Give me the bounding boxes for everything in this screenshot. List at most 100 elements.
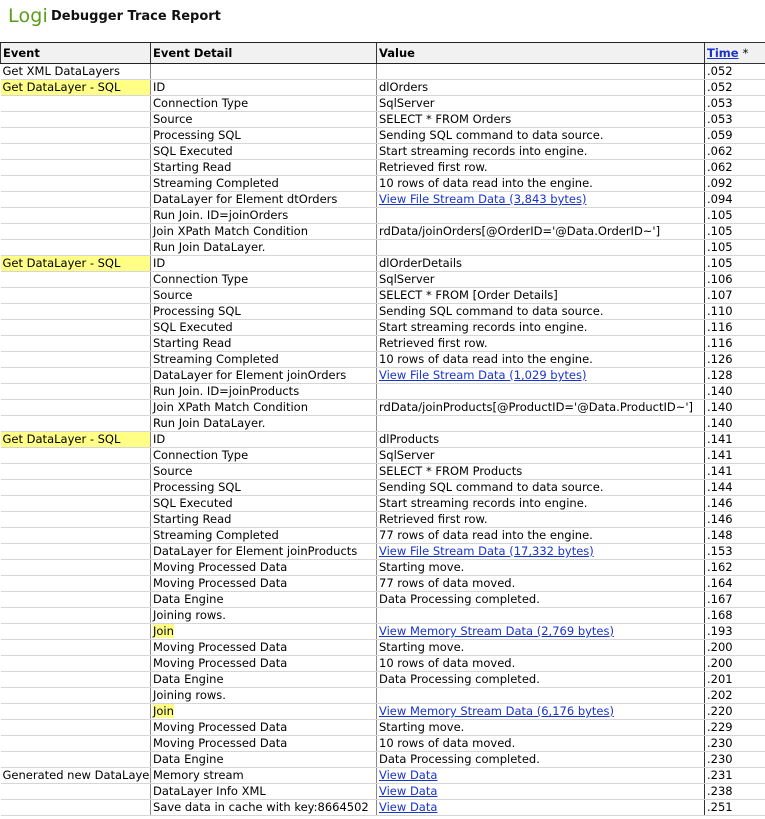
view-data-link[interactable]: View File Stream Data (1,029 bytes): [379, 368, 586, 382]
table-row: SQL Executed Start streaming records into…: [0, 319, 765, 336]
value-cell: Starting move.: [376, 639, 705, 656]
table-row: Connection Type SqlServer .106: [0, 271, 765, 288]
event-detail-cell: Moving Processed Data: [150, 735, 377, 752]
value-cell: dlOrderDetails: [376, 255, 705, 272]
event-detail-text: Starting Read: [153, 160, 232, 174]
value-cell: SqlServer: [376, 95, 705, 112]
event-detail-text: SQL Executed: [153, 496, 233, 510]
value-cell: SqlServer: [376, 447, 705, 464]
time-cell: .238: [704, 783, 765, 800]
value-cell: Retrieved first row.: [376, 159, 705, 176]
table-row: Starting Read Retrieved first row. .116: [0, 335, 765, 352]
table-row: Join View Memory Stream Data (2,769 bytes…: [0, 623, 765, 640]
value-cell: SqlServer: [376, 271, 705, 288]
event-cell: [0, 303, 151, 320]
event-cell: [0, 239, 151, 256]
event-cell: [0, 415, 151, 432]
event-cell: [0, 575, 151, 592]
value-cell: SELECT * FROM [Order Details]: [376, 287, 705, 304]
value-cell: Retrieved first row.: [376, 511, 705, 528]
view-data-link[interactable]: View File Stream Data (3,843 bytes): [379, 192, 586, 206]
event-detail-cell: Streaming Completed: [150, 351, 377, 368]
table-row: Streaming Completed 10 rows of data read …: [0, 351, 765, 368]
value-cell: Start streaming records into engine.: [376, 495, 705, 512]
time-cell: .107: [704, 287, 765, 304]
view-data-link[interactable]: View Memory Stream Data (6,176 bytes): [379, 704, 614, 718]
event-detail-text: Moving Processed Data: [153, 720, 288, 734]
event-detail-text: Memory stream: [153, 768, 244, 782]
view-data-link[interactable]: View File Stream Data (17,332 bytes): [379, 544, 594, 558]
time-cell: .105: [704, 239, 765, 256]
value-cell: Sending SQL command to data source.: [376, 303, 705, 320]
event-cell: [0, 271, 151, 288]
event-cell: [0, 671, 151, 688]
table-row: Get DataLayer - SQL ID dlProducts .141: [0, 431, 765, 448]
table-row: DataLayer for Element dtOrders View File …: [0, 191, 765, 208]
column-header-time: Time *: [704, 42, 765, 64]
time-sort-link[interactable]: Time: [707, 46, 739, 60]
event-cell: [0, 383, 151, 400]
table-row: Starting Read Retrieved first row. .062: [0, 159, 765, 176]
event-detail-text: Run Join. ID=joinOrders: [153, 208, 289, 222]
event-detail-cell: SQL Executed: [150, 319, 377, 336]
event-cell: [0, 511, 151, 528]
table-row: Data Engine Data Processing completed. .20…: [0, 671, 765, 688]
event-detail-text: DataLayer for Element joinOrders: [153, 368, 347, 382]
view-data-link[interactable]: View Data: [379, 800, 437, 814]
event-detail-text: Connection Type: [153, 96, 249, 110]
event-detail-cell: Source: [150, 111, 377, 128]
event-detail-text: Starting Read: [153, 512, 232, 526]
event-cell: [0, 735, 151, 752]
event-detail-cell: Starting Read: [150, 335, 377, 352]
event-detail-text: Connection Type: [153, 448, 249, 462]
event-detail-text: Moving Processed Data: [153, 640, 288, 654]
time-cell: .144: [704, 479, 765, 496]
event-detail-text: Source: [153, 288, 193, 302]
event-cell: [0, 623, 151, 640]
time-cell: .052: [704, 79, 765, 96]
event-detail-cell: DataLayer Info XML: [150, 783, 377, 800]
value-cell: Data Processing completed.: [376, 751, 705, 768]
value-cell: 77 rows of data moved.: [376, 575, 705, 592]
event-detail-cell: [150, 63, 377, 80]
table-row: Get DataLayer - SQL ID dlOrders .052: [0, 79, 765, 96]
column-header-event-detail: Event Detail: [150, 42, 377, 64]
table-row: DataLayer for Element joinOrders View Fil…: [0, 367, 765, 384]
event-cell: [0, 191, 151, 208]
event-cell: [0, 783, 151, 800]
event-cell: [0, 447, 151, 464]
view-data-link[interactable]: View Data: [379, 768, 437, 782]
event-detail-text: ID: [153, 256, 166, 270]
view-data-link[interactable]: View Data: [379, 784, 437, 798]
event-cell: Get DataLayer - SQL: [0, 79, 151, 96]
column-header-event: Event: [0, 42, 151, 64]
value-cell: SELECT * FROM Orders: [376, 111, 705, 128]
event-detail-text: Join XPath Match Condition: [153, 400, 308, 414]
event-detail-cell: Processing SQL: [150, 479, 377, 496]
event-cell: [0, 207, 151, 224]
event-detail-text: Moving Processed Data: [153, 736, 288, 750]
event-cell: [0, 287, 151, 304]
time-cell: .141: [704, 431, 765, 448]
event-detail-cell: Moving Processed Data: [150, 575, 377, 592]
event-detail-cell: DataLayer for Element joinOrders: [150, 367, 377, 384]
logi-logo: Logi: [8, 5, 49, 27]
event-detail-text: Streaming Completed: [153, 176, 279, 190]
table-row: Moving Processed Data 10 rows of data mov…: [0, 735, 765, 752]
table-row: Moving Processed Data Starting move. .229: [0, 719, 765, 736]
event-detail-cell: Join: [150, 623, 377, 640]
time-cell: .140: [704, 383, 765, 400]
trace-body: Get XML DataLayers .052 Get DataLayer - SQ…: [0, 63, 765, 816]
event-cell: [0, 527, 151, 544]
view-data-link[interactable]: View Memory Stream Data (2,769 bytes): [379, 624, 614, 638]
time-cell: .193: [704, 623, 765, 640]
event-detail-text: ID: [153, 432, 166, 446]
event-detail-text: DataLayer Info XML: [153, 784, 266, 798]
event-detail-cell: Data Engine: [150, 671, 377, 688]
value-cell: Start streaming records into engine.: [376, 143, 705, 160]
value-cell: 10 rows of data moved.: [376, 735, 705, 752]
event-detail-cell: Run Join DataLayer.: [150, 239, 377, 256]
value-cell: Sending SQL command to data source.: [376, 479, 705, 496]
table-row: DataLayer for Element joinProducts View F…: [0, 543, 765, 560]
event-detail-text: Join XPath Match Condition: [153, 224, 308, 238]
